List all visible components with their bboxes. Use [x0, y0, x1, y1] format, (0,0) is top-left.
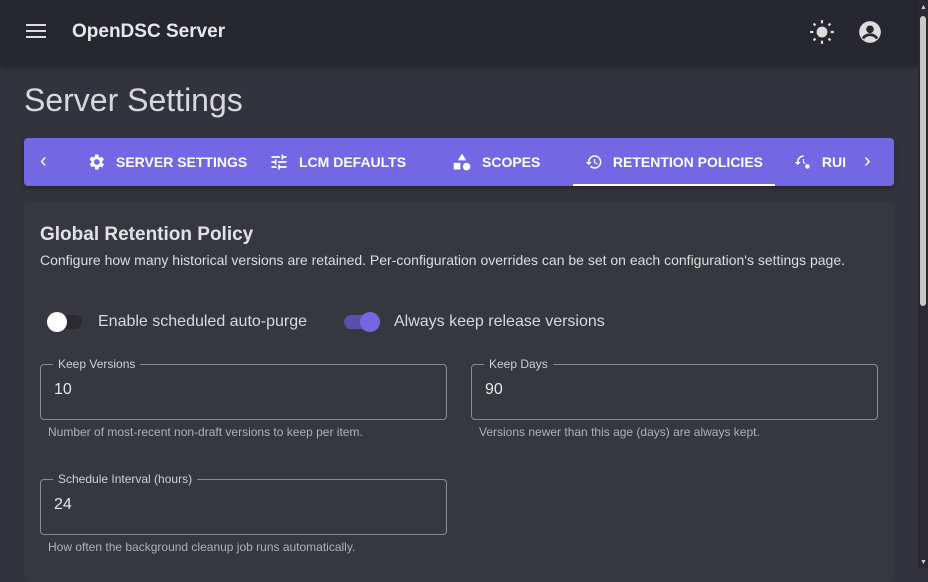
auto-purge-toggle[interactable]: Enable scheduled auto-purge: [47, 312, 308, 332]
shapes-icon: [453, 153, 471, 171]
keep-release-toggle[interactable]: Always keep release versions: [344, 312, 605, 332]
toggle-label: Always keep release versions: [394, 313, 605, 330]
page-title: Server Settings: [24, 82, 243, 118]
toggle-label: Enable scheduled auto-purge: [98, 313, 308, 330]
tab-scroll-right-icon[interactable]: ›: [864, 150, 871, 173]
tab-label: SERVER SETTINGS: [116, 154, 248, 170]
gear-icon: [89, 154, 104, 170]
app-title: OpenDSC Server: [72, 21, 226, 42]
tune-icon: [271, 154, 287, 170]
tab-label: LCM DEFAULTS: [299, 154, 407, 170]
tab-scroll-left-icon[interactable]: ‹: [40, 150, 47, 173]
tab-runs[interactable]: RUI: [794, 138, 846, 186]
history-icon: [585, 155, 602, 169]
field-help: How often the background cleanup job run…: [48, 540, 356, 554]
tab-lcm-defaults[interactable]: LCM DEFAULTS: [269, 138, 406, 186]
field-label: Keep Versions: [53, 357, 141, 371]
history-gear-icon: [794, 155, 810, 169]
keep-versions-field[interactable]: Keep Versions: [40, 357, 447, 420]
schedule-interval-field[interactable]: Schedule Interval (hours): [40, 472, 447, 535]
field-label: Schedule Interval (hours): [53, 472, 198, 486]
menu-icon[interactable]: [26, 24, 46, 40]
theme-sun-icon[interactable]: [809, 19, 835, 45]
tab-scopes[interactable]: SCOPES: [452, 138, 540, 186]
card-description: Configure how many historical versions a…: [40, 252, 846, 268]
keep-days-field[interactable]: Keep Days: [471, 357, 878, 420]
scrollbar[interactable]: ▲ ▼: [918, 0, 928, 568]
field-help: Versions newer than this age (days) are …: [479, 425, 760, 439]
tab-label: RUI: [821, 154, 846, 170]
app-bar: OpenDSC Server: [0, 0, 918, 65]
field-label: Keep Days: [484, 357, 553, 371]
tab-label: SCOPES: [482, 154, 541, 170]
card-title: Global Retention Policy: [40, 224, 254, 245]
schedule-interval-input[interactable]: [54, 496, 434, 514]
account-circle-icon[interactable]: [857, 19, 883, 45]
tab-retention-policies[interactable]: RETENTION POLICIES: [573, 138, 775, 186]
keep-versions-input[interactable]: [54, 381, 434, 399]
keep-days-input[interactable]: [485, 381, 865, 399]
tab-label: RETENTION POLICIES: [612, 154, 763, 170]
tab-server-settings[interactable]: SERVER SETTINGS: [86, 138, 247, 186]
retention-policy-card: Global Retention Policy Configure how ma…: [24, 202, 894, 582]
field-help: Number of most-recent non-draft versions…: [48, 425, 363, 439]
tab-bar: ‹ SERVER SETTINGS LCM DEFAULTS SCOPES RE…: [24, 138, 894, 186]
